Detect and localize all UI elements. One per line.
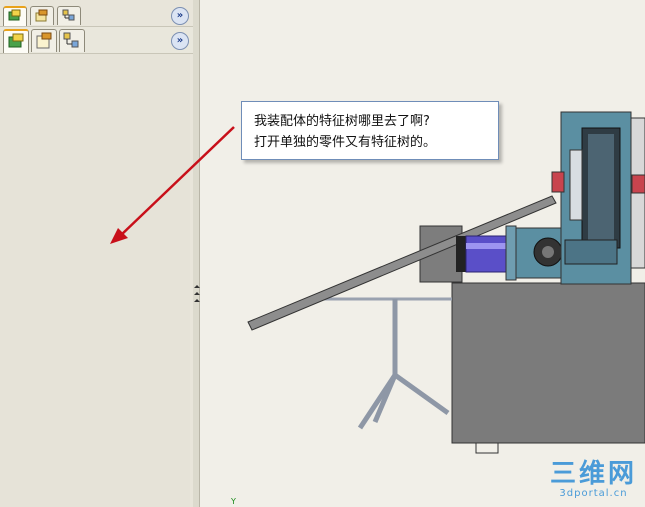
graphics-viewport[interactable]: Y: [200, 0, 645, 507]
assembly-model: [247, 111, 645, 454]
expand-panel-button[interactable]: »: [171, 32, 189, 50]
side-plate: [569, 149, 583, 221]
watermark-url: 3dportal.cn: [559, 488, 628, 499]
panel-splitter[interactable]: [193, 0, 200, 507]
watermark-logo: 三维网 3dportal.cn: [550, 460, 637, 499]
feature-tree-area[interactable]: [0, 54, 190, 507]
frame-leg: [393, 372, 450, 416]
feature-manager-icon: [8, 9, 21, 21]
axis-triad-y-label: Y: [231, 497, 236, 506]
panel-tab-row-top: »: [0, 4, 193, 26]
coupling: [505, 225, 517, 281]
configuration-manager-tab-top[interactable]: [57, 6, 81, 25]
motor-endcap: [456, 236, 466, 272]
shaft-collar: [551, 171, 565, 193]
motor-body: [465, 235, 507, 273]
callout-note: 我装配体的特征树哪里去了啊? 打开单独的零件又有特征树的。: [241, 101, 499, 160]
configuration-manager-tab[interactable]: [59, 29, 85, 52]
callout-line-1: 我装配体的特征树哪里去了啊?: [254, 114, 430, 129]
feature-manager-panel: » »: [0, 0, 194, 507]
shaft-collar-right: [631, 174, 645, 194]
base-gear: [564, 239, 618, 265]
feature-manager-tab[interactable]: [3, 29, 29, 53]
property-manager-tab-top[interactable]: [30, 6, 54, 25]
machine-table: [451, 282, 645, 444]
feature-manager-icon: [8, 33, 24, 48]
panel-tab-row: »: [0, 26, 193, 54]
rotor: [588, 134, 614, 242]
property-manager-icon: [36, 32, 52, 49]
property-manager-tab[interactable]: [31, 29, 57, 52]
configuration-manager-icon: [63, 32, 79, 48]
table-foot: [475, 442, 499, 454]
pulley-hub: [542, 246, 554, 258]
watermark-brand: 三维网: [549, 459, 637, 489]
expand-panel-button-top[interactable]: »: [171, 7, 189, 25]
property-manager-icon: [35, 9, 48, 22]
callout-line-2: 打开单独的零件又有特征树的。: [254, 135, 437, 150]
motor-highlight: [466, 243, 506, 249]
feature-manager-tab-top[interactable]: [3, 6, 27, 26]
configuration-manager-icon: [62, 9, 75, 21]
